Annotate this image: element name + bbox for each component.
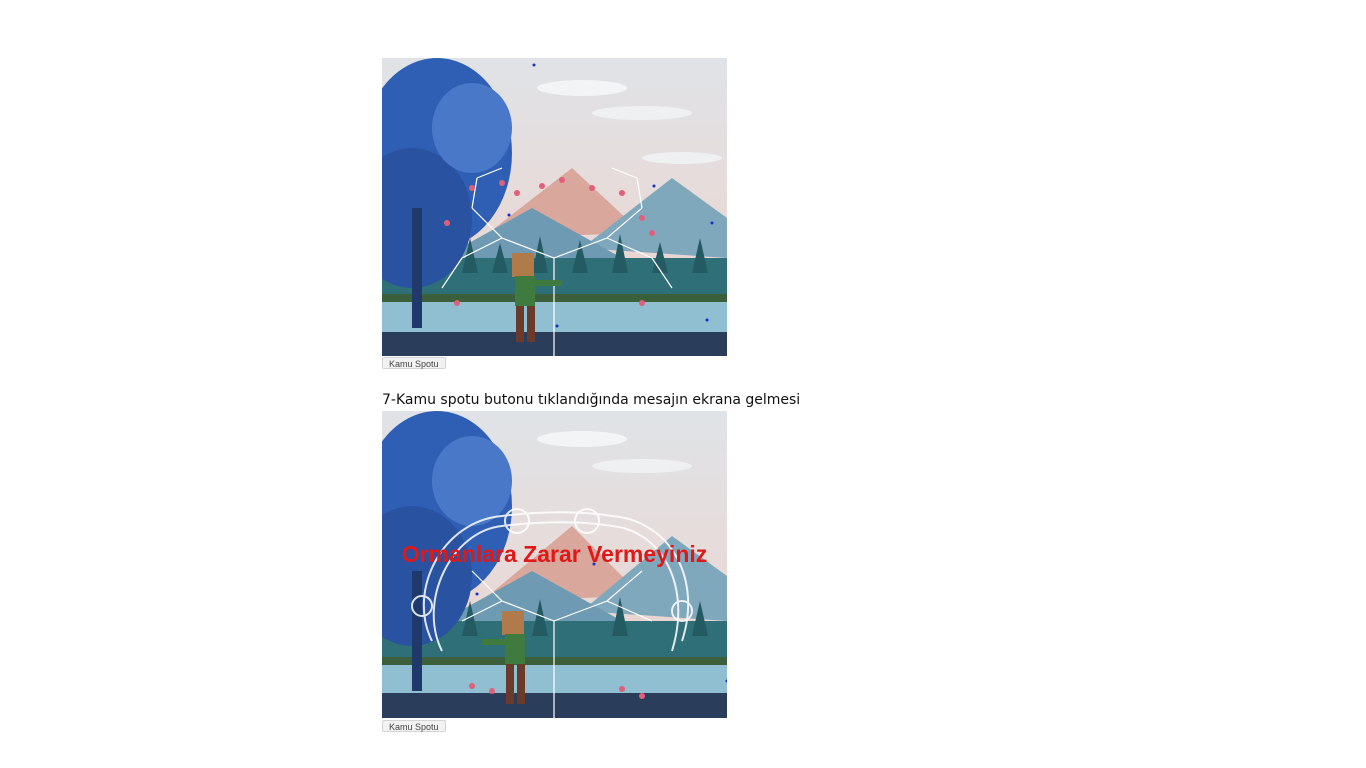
- forest-scene-illustration: [382, 58, 727, 356]
- game-canvas-after: Ormanlara Zarar Vermeyiniz: [382, 411, 727, 718]
- step-caption: 7-Kamu spotu butonu tıklandığında mesajı…: [382, 392, 801, 408]
- kamu-spotu-button[interactable]: Kamu Spotu: [382, 720, 446, 732]
- public-service-message: Ormanlara Zarar Vermeyiniz: [401, 541, 708, 567]
- kamu-spotu-button[interactable]: Kamu Spotu: [382, 357, 446, 369]
- game-canvas-before: [382, 58, 727, 356]
